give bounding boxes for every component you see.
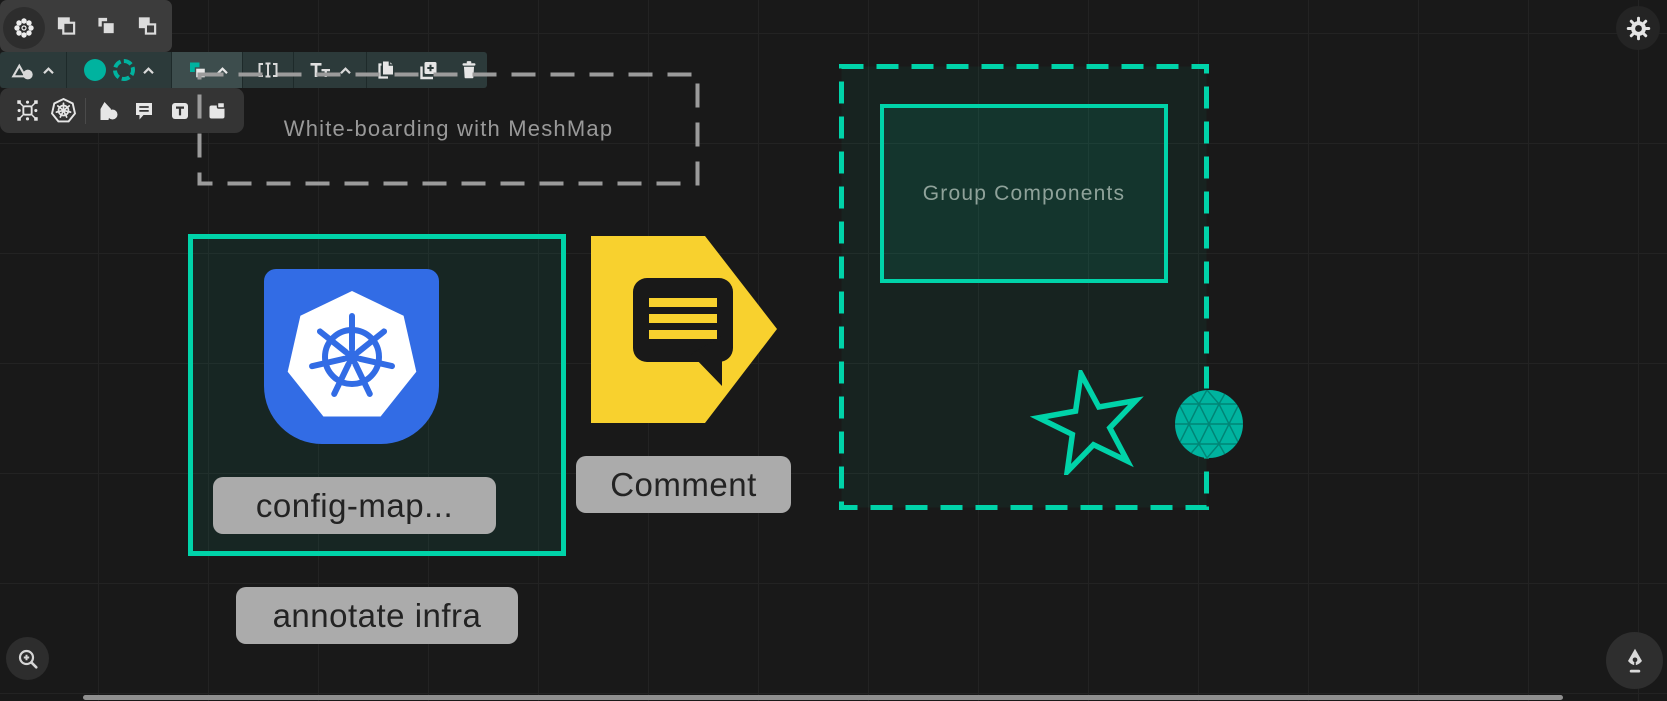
fill-color-swatch[interactable] <box>84 59 106 81</box>
chevron-up-icon[interactable] <box>142 66 155 75</box>
zoom-in-magnifier-icon <box>16 647 40 671</box>
annotation-chip[interactable]: annotate infra <box>236 587 518 644</box>
shapes-icon <box>11 61 35 80</box>
flower-gear-icon <box>12 16 36 40</box>
star-shape[interactable] <box>1030 370 1150 475</box>
whiteboard-note-frame[interactable]: White-boarding with MeshMap <box>197 72 700 186</box>
horizontal-scrollbar[interactable] <box>83 695 1563 700</box>
send-to-back-icon <box>134 13 160 39</box>
comment-tool-button[interactable] <box>129 96 159 126</box>
dashed-border <box>197 72 700 186</box>
kubernetes-tool-button[interactable] <box>49 96 79 126</box>
mesh-sphere-shape[interactable] <box>1173 388 1245 460</box>
bring-to-front-icon <box>53 13 79 39</box>
gear-icon <box>1625 15 1652 42</box>
text-tool-button[interactable] <box>165 96 195 126</box>
app-menu-button[interactable] <box>3 7 45 49</box>
design-ink-button[interactable] <box>1606 632 1663 689</box>
send-to-back-button[interactable] <box>131 10 163 42</box>
settings-button[interactable] <box>1616 6 1660 50</box>
dock-divider <box>85 98 86 124</box>
shapes-icon <box>96 100 120 122</box>
pen-nib-icon <box>1621 647 1649 675</box>
comment-arrow-shape <box>591 236 777 423</box>
zoom-in-button[interactable] <box>6 637 49 680</box>
annotation-label: annotate infra <box>273 597 482 635</box>
comment-label: Comment <box>610 466 757 504</box>
style-section <box>67 52 171 88</box>
integrations-tool-button[interactable] <box>12 96 42 126</box>
kubernetes-wheel-glyph <box>282 287 422 427</box>
send-backward-icon <box>93 13 119 39</box>
group-components-node[interactable]: Group Components <box>880 104 1168 283</box>
comment-icon <box>132 99 156 123</box>
comment-shape-node[interactable] <box>591 236 777 423</box>
shapes-tool-button[interactable] <box>93 96 123 126</box>
whiteboard-canvas[interactable]: White-boarding with MeshMap Group Compon… <box>0 0 1667 701</box>
text-icon <box>168 99 192 123</box>
comment-label-chip[interactable]: Comment <box>576 456 791 513</box>
shape-picker-button[interactable] <box>0 52 66 88</box>
bring-to-front-button[interactable] <box>50 10 82 42</box>
stroke-style-swatch[interactable] <box>113 59 135 81</box>
k8s-node-name: config-map... <box>256 487 453 525</box>
kubernetes-icon[interactable] <box>264 269 439 444</box>
mesh-node-icon <box>15 98 40 123</box>
chevron-up-icon <box>42 66 55 75</box>
kubernetes-wheel-icon <box>51 98 76 123</box>
send-backward-button[interactable] <box>90 10 122 42</box>
group-components-label: Group Components <box>884 108 1164 279</box>
k8s-node-name-chip[interactable]: config-map... <box>213 477 496 534</box>
